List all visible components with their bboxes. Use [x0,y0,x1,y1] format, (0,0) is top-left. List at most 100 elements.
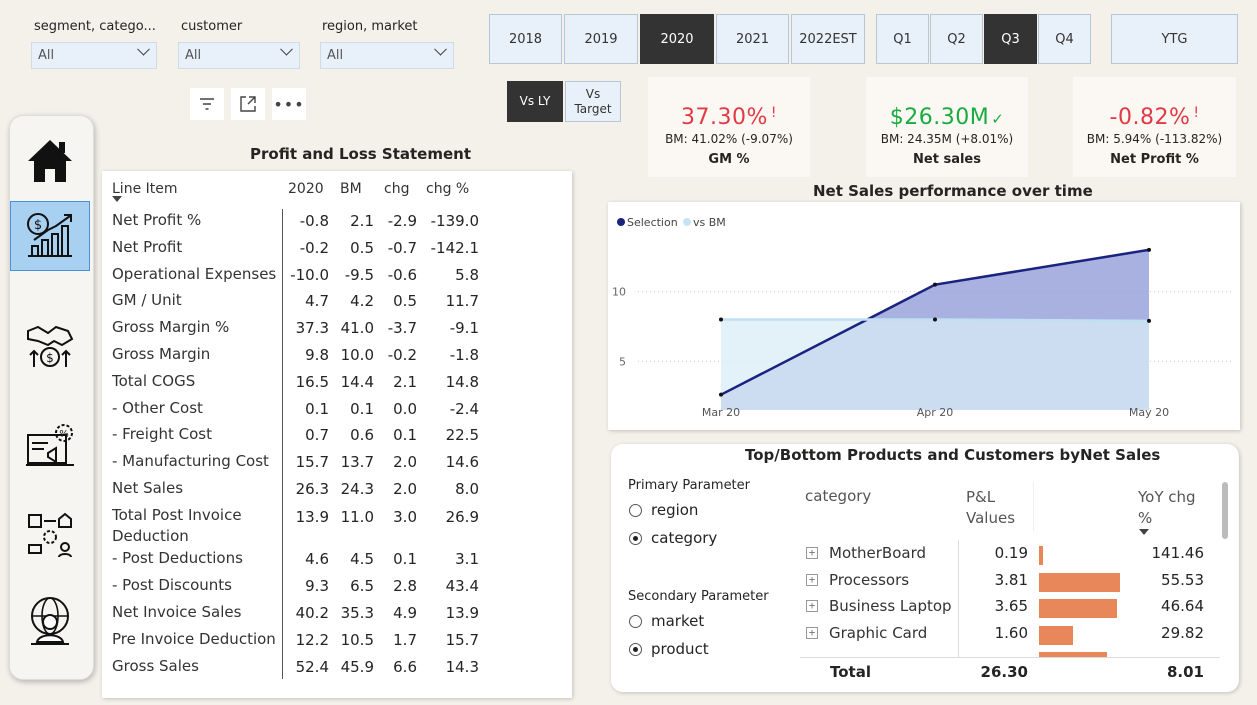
secondary-option-product[interactable]: product [629,640,709,658]
pl-cell-chg: 0.5 [393,292,417,311]
pl-row[interactable]: Total COGS 16.5 14.4 2.1 14.8 [102,372,572,398]
quarter-button-q1[interactable]: Q1 [876,14,929,64]
tb-row-name: MotherBoard [829,544,926,562]
nav-supply-chain[interactable] [10,501,90,571]
net-profit-kpi-benchmark: BM: 5.94% (-113.82%) [1086,132,1223,146]
pl-cell-chg: -0.2 [387,346,417,364]
pl-cell-pct: 22.5 [445,426,479,445]
nav-marketing[interactable]: % [10,411,90,481]
pl-row[interactable]: Net Sales 26.3 24.3 2.0 8.0 [102,479,572,505]
customer-dropdown[interactable]: All [178,42,300,69]
pl-header-chg-pct[interactable]: chg % [426,181,469,197]
pl-cell-bm: 6.5 [350,577,374,596]
pl-row[interactable]: Gross Margin 9.8 10.0 -0.2 -1.8 [102,345,572,371]
pl-cell-pct: 14.6 [445,453,479,472]
filter-icon[interactable] [190,88,224,120]
pl-cell-y: 0.1 [305,399,329,418]
tb-row[interactable]: + Processors 3.81 55.53 [800,569,1220,595]
region-value: All [327,48,344,63]
net-profit-kpi-value: -0.82% [1109,105,1191,130]
pl-line-item: Operational Expenses [112,264,277,283]
tb-header-category[interactable]: category [805,487,871,505]
pl-row[interactable]: - Post Discounts 9.3 6.5 2.8 43.4 [102,576,572,602]
secondary-option-label: market [651,612,705,630]
pl-header-year[interactable]: 2020 [288,181,324,197]
pl-cell-chg: 0.1 [393,550,417,569]
pl-header-bm[interactable]: BM [340,181,362,197]
primary-option-region[interactable]: region [629,501,698,519]
vs-ly-button[interactable]: Vs LY [507,81,563,122]
more-options-icon[interactable]: ••• [272,88,306,120]
tb-row-bar [1039,572,1120,592]
x-tick-label: Apr 20 [917,406,954,419]
pl-cell-bm: 24.3 [340,480,374,498]
pl-line-item: - Other Cost [112,398,203,417]
y-tick-label: 10 [612,286,626,299]
radio-selected-icon [629,642,642,656]
pl-row[interactable]: - Post Deductions 4.6 4.5 0.1 3.1 [102,549,572,575]
pl-header-line-item[interactable]: Line Item [112,181,178,197]
net-sales-kpi-card: $26.30M ✓ BM: 24.35M (+8.01%) Net sales [866,77,1028,177]
vs-target-button[interactable]: Vs Target [565,81,621,122]
pl-row[interactable]: Gross Sales 52.4 45.9 6.6 14.3 [102,657,572,683]
nav-finance[interactable]: $ [10,201,90,271]
expand-icon[interactable]: + [806,573,818,586]
tb-row[interactable]: + Business Laptop 3.65 46.64 [800,595,1220,621]
year-button-2022EST[interactable]: 2022EST [791,14,865,64]
year-button-2020[interactable]: 2020 [640,14,714,64]
nav-executive[interactable] [10,586,90,656]
secondary-option-label: product [651,640,709,658]
pl-table: Line Item 2020 BM chg chg % Net Profit %… [102,171,572,698]
pl-row[interactable]: - Freight Cost 0.7 0.6 0.1 22.5 [102,425,572,451]
tb-row-value: 1.60 [994,624,1028,643]
quarter-button-q2[interactable]: Q2 [930,14,983,64]
ytg-button[interactable]: YTG [1111,14,1238,64]
tb-row[interactable]: + MotherBoard 0.19 141.46 [800,542,1220,568]
data-point [719,317,723,322]
pl-row[interactable]: - Other Cost 0.1 0.1 0.0 -2.4 [102,399,572,425]
pl-cell-pct: 11.7 [445,292,479,311]
pl-row[interactable]: Net Profit -0.2 0.5 -0.7 -142.1 [102,238,572,264]
tb-header-pl-values[interactable]: P&L Values [966,487,1015,529]
pl-cell-chg: 2.0 [393,453,417,472]
net-profit-kpi-label: Net Profit % [1110,152,1199,167]
tb-total-divider [800,657,1220,658]
focus-mode-icon[interactable] [231,88,265,120]
tb-row[interactable]: + Graphic Card 1.60 29.82 [800,622,1220,648]
pl-row[interactable]: Gross Margin % 37.3 41.0 -3.7 -9.1 [102,318,572,344]
tb-row-name: Processors [829,570,910,589]
tb-header-yoy[interactable]: YoY chg % [1138,487,1196,529]
pl-cell-chg: -2.9 [387,212,417,230]
tb-scrollbar[interactable] [1222,482,1228,539]
primary-option-category[interactable]: category [629,529,717,547]
nav-home[interactable] [10,126,90,196]
pl-line-item: Net Sales [112,479,184,497]
pl-row[interactable]: Total Post Invoice Deduction 13.9 11.0 3.0 26… [102,506,572,545]
pl-row[interactable]: GM / Unit 4.7 4.2 0.5 11.7 [102,291,572,317]
pl-row[interactable]: Pre Invoice Deduction 12.2 10.5 1.7 15.7 [102,630,572,656]
year-button-2019[interactable]: 2019 [564,14,638,64]
pl-cell-pct: 26.9 [445,507,479,526]
year-button-2021[interactable]: 2021 [716,14,789,64]
expand-icon[interactable]: + [806,627,818,640]
secondary-option-market[interactable]: market [629,612,704,630]
pl-row[interactable]: - Manufacturing Cost 15.7 13.7 2.0 14.6 [102,452,572,478]
quarter-button-q4[interactable]: Q4 [1038,14,1091,64]
pl-row[interactable]: Net Invoice Sales 40.2 35.3 4.9 13.9 [102,603,572,629]
pl-header-chg[interactable]: chg [384,181,409,197]
pl-line-item: Gross Margin [112,345,211,363]
year-button-2018[interactable]: 2018 [489,14,562,64]
nav-sales[interactable]: $ [10,311,90,381]
pl-cell-pct: -9.1 [449,319,479,338]
region-dropdown[interactable]: All [320,42,454,69]
x-tick-label: Mar 20 [702,406,740,419]
customer-value: All [185,48,202,63]
pl-cell-chg: 2.0 [393,480,417,498]
expand-icon[interactable]: + [806,547,818,559]
segment-dropdown[interactable]: All [31,42,157,69]
expand-icon[interactable]: + [806,600,818,613]
pl-row[interactable]: Net Profit % -0.8 2.1 -2.9 -139.0 [102,211,572,237]
quarter-button-q3[interactable]: Q3 [984,14,1037,64]
segment-value: All [38,48,55,63]
pl-row[interactable]: Operational Expenses -10.0 -9.5 -0.6 5.8 [102,265,572,291]
